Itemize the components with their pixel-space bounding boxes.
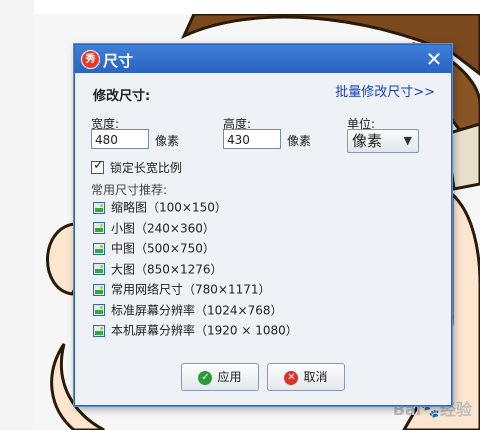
preset-label: 本机屏幕分辨率（1920 × 1080）	[111, 323, 298, 338]
preset-item[interactable]: 大图（850×1276）	[93, 259, 298, 279]
picture-icon	[93, 283, 105, 296]
preset-item[interactable]: 中图（500×750）	[93, 238, 298, 258]
preset-label: 缩略图（100×150）	[111, 200, 227, 215]
dialog-titlebar[interactable]: 秀 尺寸 ✕	[75, 45, 451, 73]
preset-label: 中图（500×750）	[111, 241, 215, 256]
cancel-button[interactable]: ✕ 取消	[267, 363, 345, 391]
check-circle-icon: ✓	[198, 370, 213, 385]
preset-label: 常用网络尺寸（780×1171）	[111, 282, 271, 297]
preset-item[interactable]: 缩略图（100×150）	[93, 197, 298, 217]
preset-list: 缩略图（100×150） 小图（240×360） 中图（500×750） 大图（…	[93, 197, 298, 341]
preset-item[interactable]: 常用网络尺寸（780×1171）	[93, 279, 298, 299]
picture-icon	[93, 324, 105, 337]
picture-icon	[93, 201, 105, 214]
preset-item[interactable]: 小图（240×360）	[93, 218, 298, 238]
preset-label: 小图（240×360）	[111, 221, 215, 235]
lock-ratio-label: 锁定长宽比例	[109, 161, 182, 175]
width-input[interactable]: 480	[91, 129, 149, 149]
apply-button[interactable]: ✓ 应用	[181, 363, 259, 391]
preset-item[interactable]: 本机屏幕分辨率（1920 × 1080）	[93, 320, 298, 340]
chevron-down-icon: ▼	[403, 134, 412, 147]
preset-label: 标准屏幕分辨率（1024×768）	[111, 303, 283, 317]
cancel-circle-icon: ✕	[284, 370, 299, 385]
presets-title: 常用尺寸推荐:	[91, 183, 168, 197]
app-logo-icon: 秀	[81, 50, 100, 69]
dialog-title: 尺寸	[103, 52, 134, 70]
lock-ratio-checkbox[interactable]: ✓	[91, 158, 104, 174]
section-title: 修改尺寸:	[93, 89, 151, 104]
unit-selected: 像素	[352, 132, 383, 150]
apply-label: 应用	[217, 370, 242, 384]
checkmark-icon: ✓	[93, 158, 104, 173]
width-unit: 像素	[155, 134, 180, 148]
picture-icon	[93, 222, 105, 234]
preset-item[interactable]: 标准屏幕分辨率（1024×768）	[93, 300, 298, 320]
batch-resize-link[interactable]: 批量修改尺寸>>	[335, 81, 435, 100]
preset-label: 大图（850×1276）	[111, 262, 223, 276]
height-unit: 像素	[287, 134, 312, 148]
height-input[interactable]: 430	[223, 129, 281, 149]
picture-icon	[93, 242, 105, 255]
size-dialog: 秀 尺寸 ✕ 修改尺寸: 批量修改尺寸>> 宽度: 480 像素 高度: 430…	[74, 44, 452, 406]
picture-icon	[93, 304, 105, 316]
picture-icon	[93, 263, 105, 275]
close-icon[interactable]: ✕	[423, 48, 445, 70]
lock-ratio-row[interactable]: ✓ 锁定长宽比例	[91, 158, 182, 176]
left-panel	[0, 0, 34, 430]
cancel-label: 取消	[303, 370, 328, 384]
unit-dropdown[interactable]: 像素 ▼	[347, 129, 419, 153]
